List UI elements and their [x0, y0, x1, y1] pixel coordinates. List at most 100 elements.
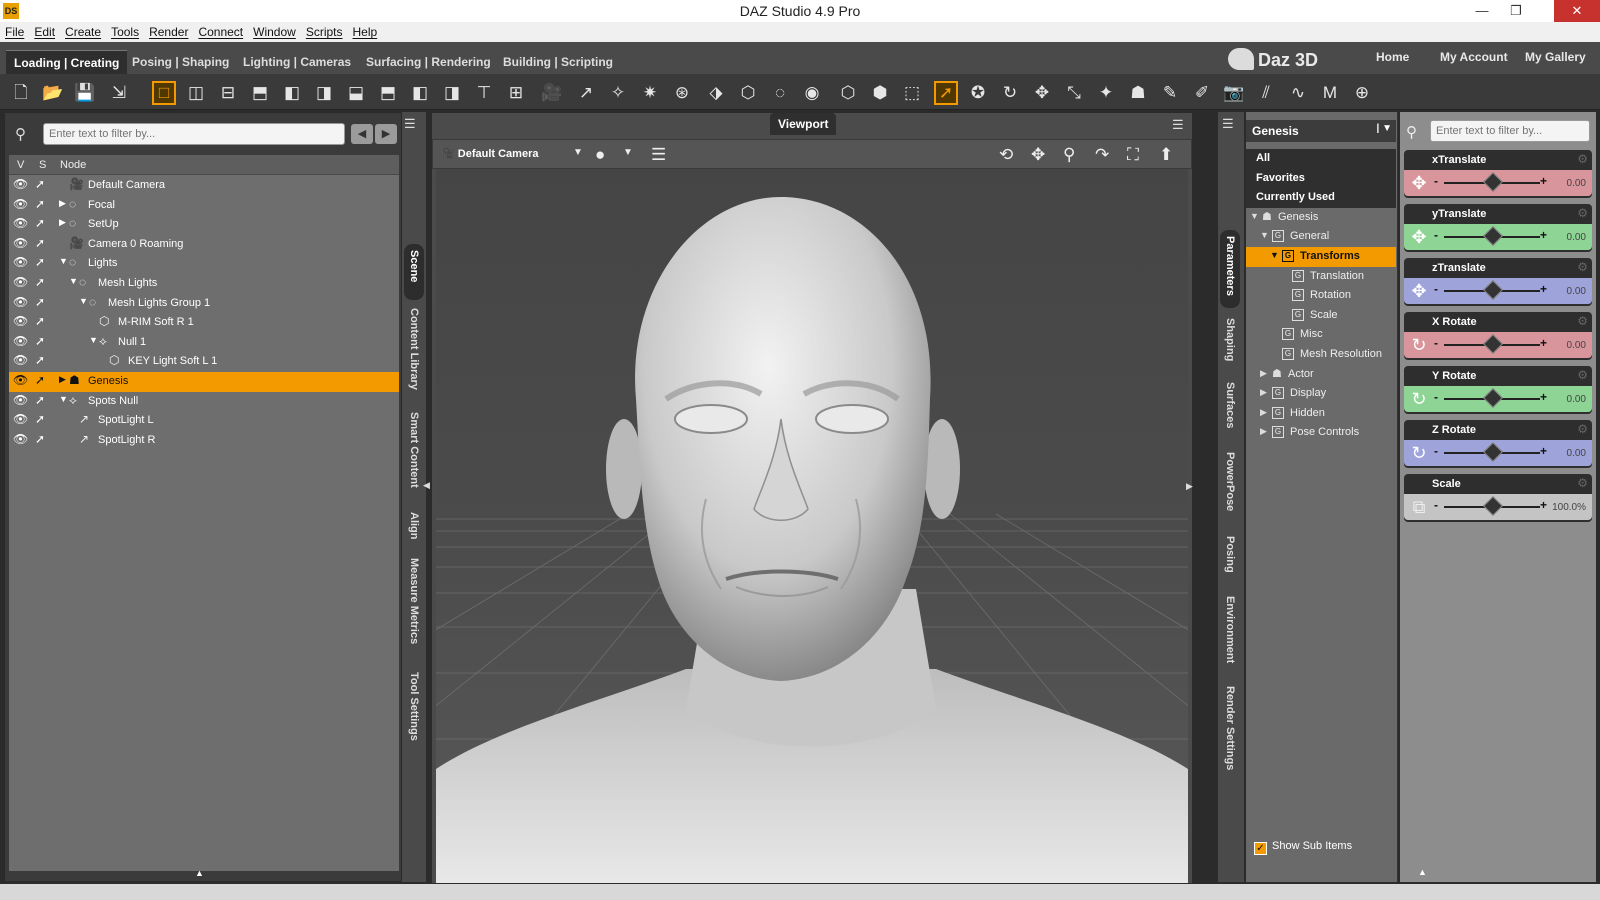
visibility-eye-icon[interactable]: 👁 [13, 275, 28, 289]
expand-arrow-icon[interactable]: ▼ [1250, 211, 1259, 221]
slider-knob[interactable] [1483, 496, 1503, 516]
params-panel-menu-icon[interactable]: ☰ [1222, 116, 1234, 132]
tab-lighting-cameras[interactable]: Lighting | Cameras [235, 50, 359, 74]
parameter-slider[interactable]: xTranslate ⚙ ✥ - +0.00 [1404, 150, 1592, 198]
box-icon[interactable]: ⬚ [900, 81, 924, 105]
slider-knob[interactable] [1483, 334, 1503, 354]
expand-arrow-icon[interactable]: ▼ [69, 276, 78, 286]
increment-button[interactable]: + [1540, 336, 1547, 350]
col-selectable[interactable]: S [39, 159, 46, 171]
camera-dropdown-icon[interactable]: ▼ [573, 147, 583, 158]
layout-split-h-icon[interactable]: ⊟ [216, 81, 240, 105]
expand-arrow-icon[interactable]: ▶ [59, 217, 66, 228]
draw-style-dropdown-icon[interactable]: ▼ [623, 147, 633, 158]
selectable-cursor-icon[interactable]: ➚ [35, 236, 49, 250]
slider-body[interactable]: ✥ - +0.00 [1404, 170, 1592, 196]
scene-node-row[interactable]: 👁 ➚ 🎥 Camera 0 Roaming [9, 235, 399, 255]
panel-menu-icon[interactable]: ☰ [404, 116, 416, 132]
layout-top-icon[interactable]: ⬓ [344, 81, 368, 105]
vtab-posing[interactable]: Posing [1220, 536, 1240, 588]
increment-button[interactable]: + [1540, 390, 1547, 404]
slider-body[interactable]: ✥ - +0.00 [1404, 224, 1592, 250]
render-tool-icon[interactable]: ⊛ [670, 81, 694, 105]
layout-bottom-icon[interactable]: ⬒ [248, 81, 272, 105]
prev-icon[interactable]: ◀ [351, 124, 373, 144]
increment-button[interactable]: + [1540, 282, 1547, 296]
scene-node-row[interactable]: 👁 ➚ ▼ ⟡ Spots Null [9, 392, 399, 412]
expand-arrow-icon[interactable]: ▶ [59, 198, 66, 209]
gear-icon[interactable]: ⚙ [1577, 206, 1588, 220]
tab-loading-creating[interactable]: Loading | Creating [6, 50, 128, 74]
visibility-eye-icon[interactable]: 👁 [13, 314, 28, 328]
joint-editor-icon[interactable]: ◉ [800, 81, 824, 105]
increment-button[interactable]: + [1540, 228, 1547, 242]
parameter-slider[interactable]: zTranslate ⚙ ✥ - +0.00 [1404, 258, 1592, 306]
scene-resize-handle[interactable]: ▲ [195, 868, 204, 878]
geometry-editor-icon[interactable]: ⬡ [736, 81, 760, 105]
visibility-eye-icon[interactable]: 👁 [13, 412, 28, 426]
vtab-render-settings[interactable]: Render Settings [1220, 686, 1240, 786]
slider-knob[interactable] [1483, 280, 1503, 300]
layout-quad-icon[interactable]: ⊞ [504, 81, 528, 105]
layout-three-top-icon[interactable]: ⊤ [472, 81, 496, 105]
save-icon[interactable]: 💾 [73, 81, 97, 105]
photo-tool-icon[interactable]: 📷 [1222, 81, 1246, 105]
scene-node-row[interactable]: 👁 ➚ ▶ ☗ Genesis [9, 372, 399, 392]
minimize-button[interactable]: — [1465, 0, 1499, 22]
my-gallery-link[interactable]: My Gallery [1525, 50, 1586, 64]
parameter-tree-item[interactable]: ▶ G Display [1246, 384, 1396, 404]
selectable-cursor-icon[interactable]: ➚ [35, 373, 49, 387]
scene-node-row[interactable]: 👁 ➚ ↗ SpotLight L [9, 411, 399, 431]
gear-icon[interactable]: ⚙ [1577, 476, 1588, 490]
sliders-resize-handle[interactable]: ▲ [1418, 867, 1427, 877]
camera-selector[interactable]: 🎥 Default Camera [441, 147, 538, 160]
translate-tool-icon[interactable]: ✥ [1030, 81, 1054, 105]
visibility-eye-icon[interactable]: 👁 [13, 216, 28, 230]
slider-value[interactable]: 0.00 [1567, 286, 1586, 297]
scene-search-input[interactable] [43, 123, 345, 145]
merge-icon[interactable]: ⇲ [107, 81, 131, 105]
menu-file[interactable]: File [0, 22, 29, 39]
expand-arrow-icon[interactable]: ▼ [59, 394, 68, 404]
tab-posing-shaping[interactable]: Posing | Shaping [124, 50, 237, 74]
zoom-icon[interactable]: ⚲ [1063, 145, 1075, 165]
next-icon[interactable]: ▶ [375, 124, 397, 144]
selectable-cursor-icon[interactable]: ➚ [35, 295, 49, 309]
daz3d-logo[interactable]: Daz 3D [1228, 48, 1318, 71]
visibility-eye-icon[interactable]: 👁 [13, 255, 28, 269]
vtab-shaping[interactable]: Shaping [1220, 318, 1240, 374]
increment-button[interactable]: + [1540, 444, 1547, 458]
parameter-tree-item[interactable]: G Rotation [1246, 286, 1396, 306]
morph-tool-icon[interactable]: M [1318, 81, 1342, 105]
layout-right-icon[interactable]: ◨ [312, 81, 336, 105]
parameter-tree-item[interactable]: ▼ ☗ Genesis [1246, 208, 1396, 228]
visibility-eye-icon[interactable]: 👁 [13, 236, 28, 250]
visibility-eye-icon[interactable]: 👁 [13, 353, 28, 367]
scene-node-row[interactable]: 👁 ➚ ↗ SpotLight R [9, 431, 399, 451]
expand-arrow-icon[interactable]: ▼ [1260, 230, 1269, 240]
show-sub-items-checkbox[interactable]: ✓ Show Sub Items [1254, 840, 1352, 855]
gear-icon[interactable]: ⚙ [1577, 152, 1588, 166]
increment-button[interactable]: + [1540, 498, 1547, 512]
draw-style-icon[interactable]: ● [595, 145, 605, 165]
weight-brush-icon[interactable]: ✎ [1158, 81, 1182, 105]
visibility-eye-icon[interactable]: 👁 [13, 177, 28, 191]
visibility-eye-icon[interactable]: 👁 [13, 197, 28, 211]
slider-value[interactable]: 0.00 [1567, 232, 1586, 243]
node-weight-icon[interactable]: ⬗ [704, 81, 728, 105]
surface-selection-icon[interactable]: ⬢ [868, 81, 892, 105]
transform-tool-icon[interactable]: ◌ [768, 81, 792, 105]
decrement-button[interactable]: - [1434, 498, 1438, 512]
selectable-cursor-icon[interactable]: ➚ [35, 275, 49, 289]
visibility-eye-icon[interactable]: 👁 [13, 393, 28, 407]
slider-body[interactable]: ↻ - +0.00 [1404, 332, 1592, 358]
scene-node-row[interactable]: 👁 ➚ ▼ ◌ Mesh Lights Group 1 [9, 294, 399, 314]
node-selector[interactable]: Genesis | ▼ [1246, 120, 1396, 142]
selectable-cursor-icon[interactable]: ➚ [35, 177, 49, 191]
scene-node-row[interactable]: 👁 ➚ ⬡ M-RIM Soft R 1 [9, 313, 399, 333]
slider-knob[interactable] [1483, 388, 1503, 408]
parameter-tree-item[interactable]: ▶ G Hidden [1246, 404, 1396, 424]
vtab-surfaces[interactable]: Surfaces [1220, 382, 1240, 442]
scene-node-row[interactable]: 👁 ➚ 🎥 Default Camera [9, 176, 399, 196]
parameter-tree-item[interactable]: ▶ G Pose Controls [1246, 423, 1396, 443]
